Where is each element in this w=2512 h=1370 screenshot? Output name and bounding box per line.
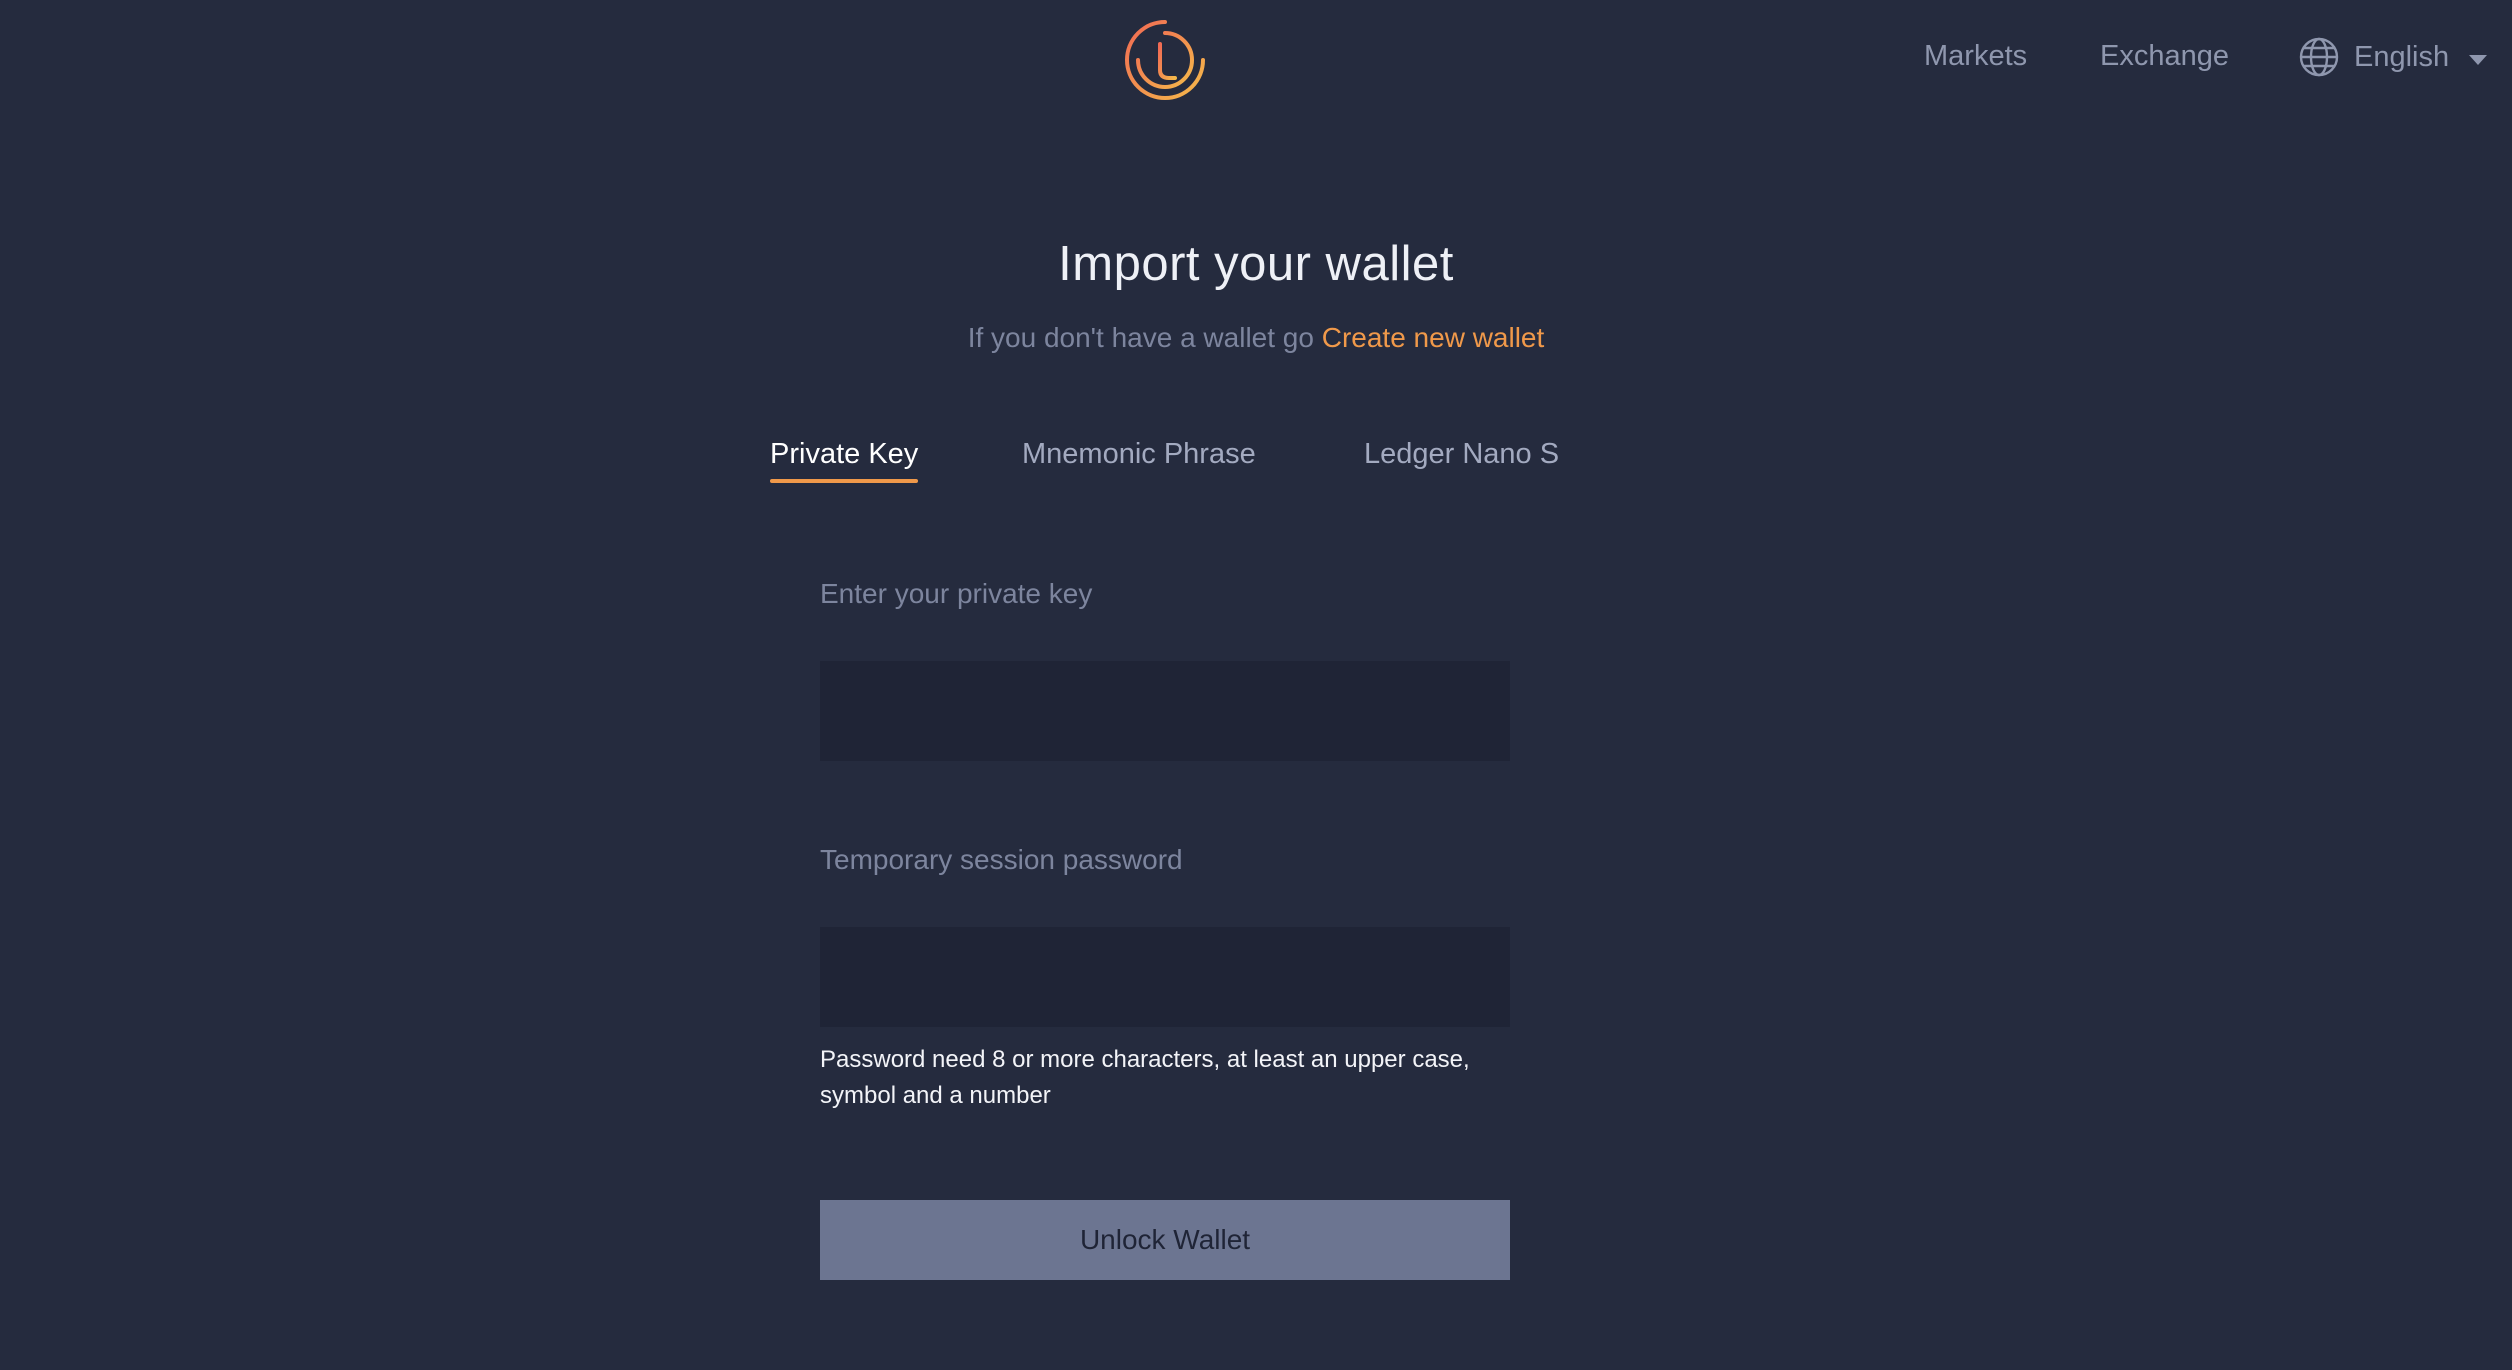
private-key-input[interactable] <box>820 661 1510 761</box>
subtitle-text: If you don't have a wallet go <box>967 322 1322 353</box>
chevron-down-icon <box>2469 55 2488 65</box>
unlock-wallet-button[interactable]: Unlock Wallet <box>820 1200 1510 1280</box>
globe-icon <box>2299 37 2339 77</box>
import-wallet-page: Markets Exchange English Import your wal… <box>0 0 2512 1370</box>
page-subtitle: If you don't have a wallet go Create new… <box>0 322 2512 354</box>
tab-mnemonic-phrase[interactable]: Mnemonic Phrase <box>1022 438 1256 483</box>
language-label: English <box>2354 40 2450 73</box>
tomo-logo-icon[interactable] <box>1123 18 1207 102</box>
nav-markets-link[interactable]: Markets <box>1924 40 2027 73</box>
create-new-wallet-link[interactable]: Create new wallet <box>1322 322 1545 353</box>
private-key-label: Enter your private key <box>820 578 1093 609</box>
tab-private-key[interactable]: Private Key <box>770 438 919 483</box>
language-selector[interactable]: English <box>2298 36 2488 78</box>
session-password-label: Temporary session password <box>820 844 1183 875</box>
tab-ledger-nano-s[interactable]: Ledger Nano S <box>1364 438 1559 483</box>
page-title: Import your wallet <box>1058 237 1454 291</box>
nav-exchange-link[interactable]: Exchange <box>2100 40 2229 73</box>
session-password-input[interactable] <box>820 927 1510 1027</box>
password-hint: Password need 8 or more characters, at l… <box>820 1046 1470 1109</box>
